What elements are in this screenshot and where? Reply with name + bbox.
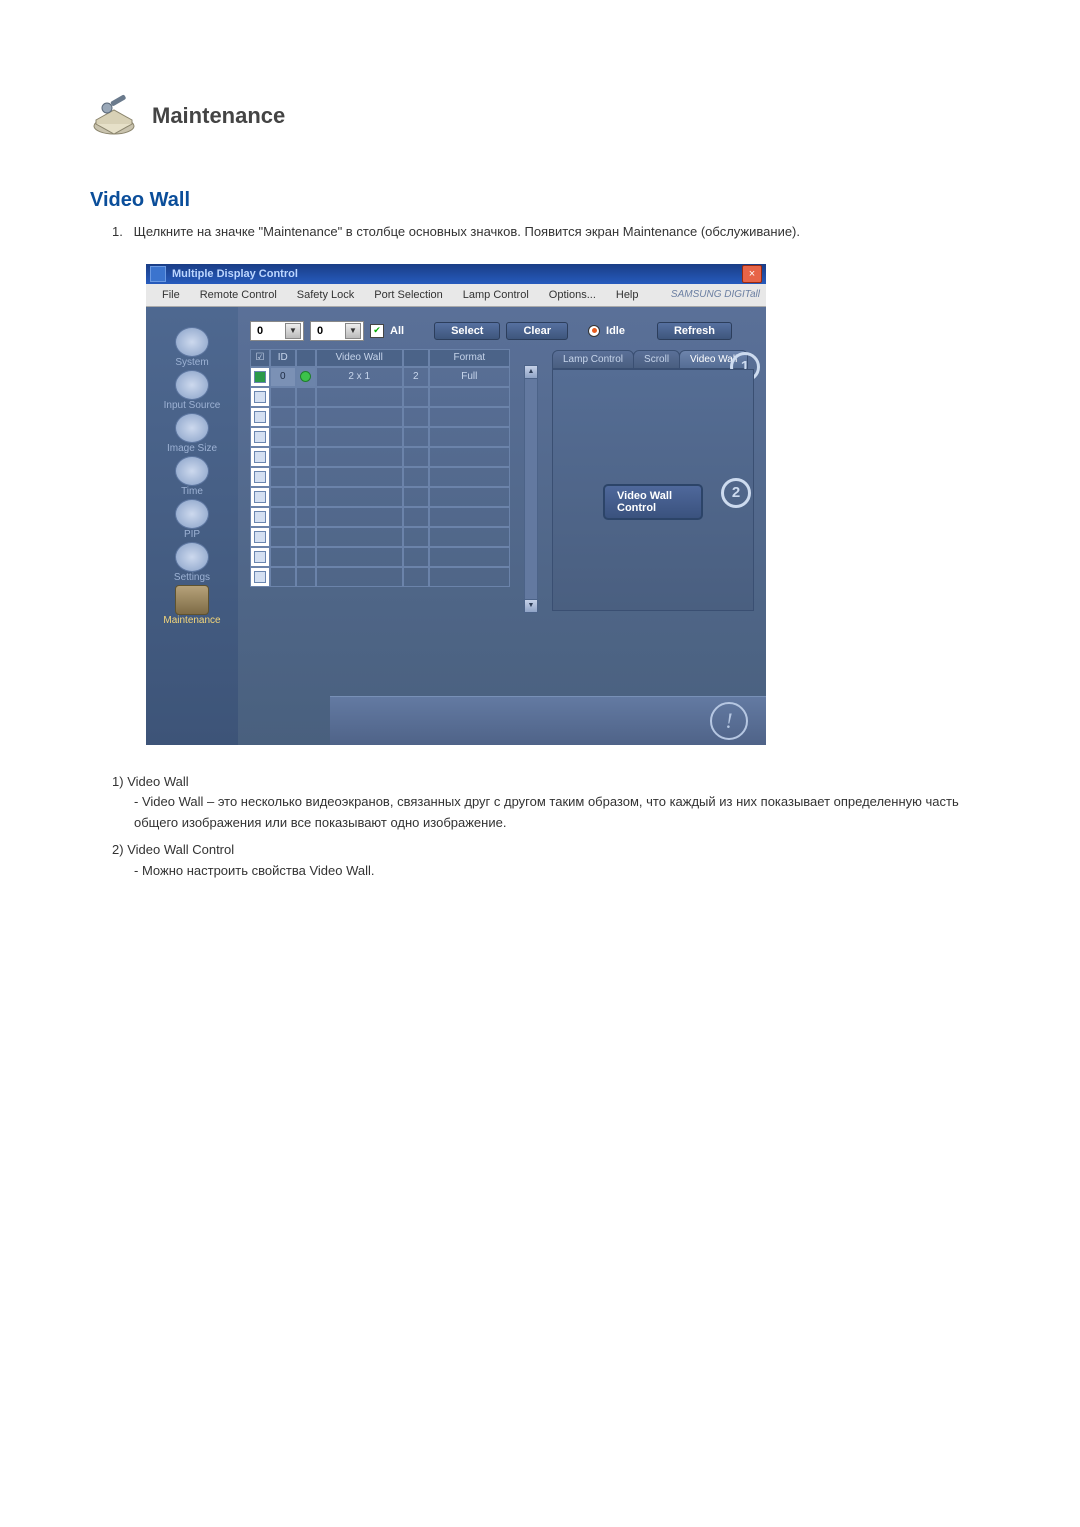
system-icon — [175, 327, 209, 357]
grid-row-empty — [250, 487, 510, 507]
note-2-body: - Можно настроить свойства Video Wall. — [134, 861, 990, 882]
grid-row-empty — [250, 387, 510, 407]
sidebar-item-input[interactable]: Input Source — [164, 370, 221, 411]
col-id: ID — [270, 349, 296, 367]
idle-label: Idle — [606, 325, 625, 337]
grid-row-empty — [250, 527, 510, 547]
sidebar-label: PIP — [184, 529, 200, 540]
callout-two: 2 — [721, 478, 751, 508]
sidebar-label: Settings — [174, 572, 210, 583]
sidebar-label: Maintenance — [163, 615, 220, 626]
grid-row-empty — [250, 447, 510, 467]
image-icon — [175, 413, 209, 443]
app-icon — [150, 266, 166, 282]
menu-options[interactable]: Options... — [539, 286, 606, 304]
status-bar: ! — [330, 696, 766, 745]
scroll-down-icon[interactable]: ▼ — [525, 599, 537, 612]
brand-text: SAMSUNG DIGITall — [671, 289, 760, 300]
menu-bar: File Remote Control Safety Lock Port Sel… — [146, 284, 766, 307]
menu-file[interactable]: File — [152, 286, 190, 304]
select-button[interactable]: Select — [434, 322, 500, 340]
close-button[interactable]: × — [742, 265, 762, 283]
row-check[interactable] — [250, 367, 270, 387]
sidebar-item-system[interactable]: System — [175, 327, 209, 368]
note-2-title: Video Wall Control — [127, 842, 234, 857]
row-num: 2 — [403, 367, 429, 387]
col-check: ☑ — [250, 349, 270, 367]
row-status — [296, 367, 316, 387]
step-number: 1. — [112, 222, 130, 242]
col-vw: Video Wall — [316, 349, 403, 367]
refresh-button[interactable]: Refresh — [657, 322, 732, 340]
sidebar-label: Time — [181, 486, 203, 497]
col-fmt: Format — [429, 349, 510, 367]
info-icon: ! — [710, 702, 748, 740]
grid-row-empty — [250, 407, 510, 427]
sidebar-item-maintenance[interactable]: Maintenance — [163, 585, 220, 626]
sidebar-label: Input Source — [164, 400, 221, 411]
sidebar-item-pip[interactable]: PIP — [175, 499, 209, 540]
sidebar: System Input Source Image Size Time PIP … — [146, 307, 238, 745]
note-2-num: 2) — [112, 842, 124, 857]
row-fmt: Full — [429, 367, 510, 387]
note-1-body: - Video Wall – это несколько видеоэкрано… — [134, 792, 990, 834]
scroll-up-icon[interactable]: ▲ — [525, 366, 537, 379]
section-title: Video Wall — [90, 189, 990, 212]
grid-row-empty — [250, 467, 510, 487]
selector-1[interactable]: 0▼ — [250, 321, 304, 341]
idle-radio[interactable] — [588, 325, 600, 337]
page-heading: Maintenance — [152, 103, 285, 129]
sidebar-item-time[interactable]: Time — [175, 456, 209, 497]
notes: 1) Video Wall - Video Wall – это несколь… — [112, 772, 990, 882]
settings-icon — [175, 542, 209, 572]
menu-remote[interactable]: Remote Control — [190, 286, 287, 304]
window-titlebar: Multiple Display Control × — [146, 264, 766, 284]
all-checkbox[interactable]: ✔ — [370, 324, 384, 338]
grid-row-empty — [250, 567, 510, 587]
grid-row-empty — [250, 547, 510, 567]
pip-icon — [175, 499, 209, 529]
dropdown-icon: ▼ — [345, 323, 361, 339]
clear-button[interactable]: Clear — [506, 322, 568, 340]
maintenance-icon — [175, 585, 209, 615]
grid-row[interactable]: 0 2 x 1 2 Full — [250, 367, 510, 387]
maintenance-icon — [90, 90, 138, 141]
sidebar-label: System — [175, 357, 208, 368]
right-panel: Lamp Control Scroll Video Wall 1 Video W… — [552, 349, 754, 613]
video-wall-control-button[interactable]: Video Wall Control — [603, 484, 703, 520]
toolbar: 0▼ 0▼ ✔ All Select Clear Idle Refresh — [238, 307, 766, 349]
step-text: Щелкните на значке "Maintenance" в столб… — [134, 224, 800, 239]
time-icon — [175, 456, 209, 486]
tab-scroll[interactable]: Scroll — [633, 350, 680, 369]
sidebar-label: Image Size — [167, 443, 217, 454]
grid-scrollbar[interactable]: ▲ ▼ — [524, 349, 538, 613]
display-grid: ☑ ID Video Wall Format 0 — [250, 349, 510, 613]
sidebar-item-settings[interactable]: Settings — [174, 542, 210, 583]
main-panel: 0▼ 0▼ ✔ All Select Clear Idle Refresh — [238, 307, 766, 745]
input-icon — [175, 370, 209, 400]
menu-help[interactable]: Help — [606, 286, 649, 304]
selector-2[interactable]: 0▼ — [310, 321, 364, 341]
grid-row-empty — [250, 507, 510, 527]
all-label: All — [390, 325, 404, 337]
row-vw: 2 x 1 — [316, 367, 403, 387]
sidebar-item-image[interactable]: Image Size — [167, 413, 217, 454]
menu-port[interactable]: Port Selection — [364, 286, 452, 304]
app-screenshot: Multiple Display Control × File Remote C… — [146, 264, 766, 744]
menu-safety[interactable]: Safety Lock — [287, 286, 364, 304]
tab-lamp[interactable]: Lamp Control — [552, 350, 634, 369]
menu-lamp[interactable]: Lamp Control — [453, 286, 539, 304]
col-stat — [296, 349, 316, 367]
grid-row-empty — [250, 427, 510, 447]
intro-step: 1. Щелкните на значке "Maintenance" в ст… — [112, 222, 990, 242]
note-1-title: Video Wall — [127, 774, 188, 789]
row-id: 0 — [270, 367, 296, 387]
window-title: Multiple Display Control — [172, 268, 298, 280]
note-1-num: 1) — [112, 774, 124, 789]
dropdown-icon: ▼ — [285, 323, 301, 339]
col-num — [403, 349, 429, 367]
